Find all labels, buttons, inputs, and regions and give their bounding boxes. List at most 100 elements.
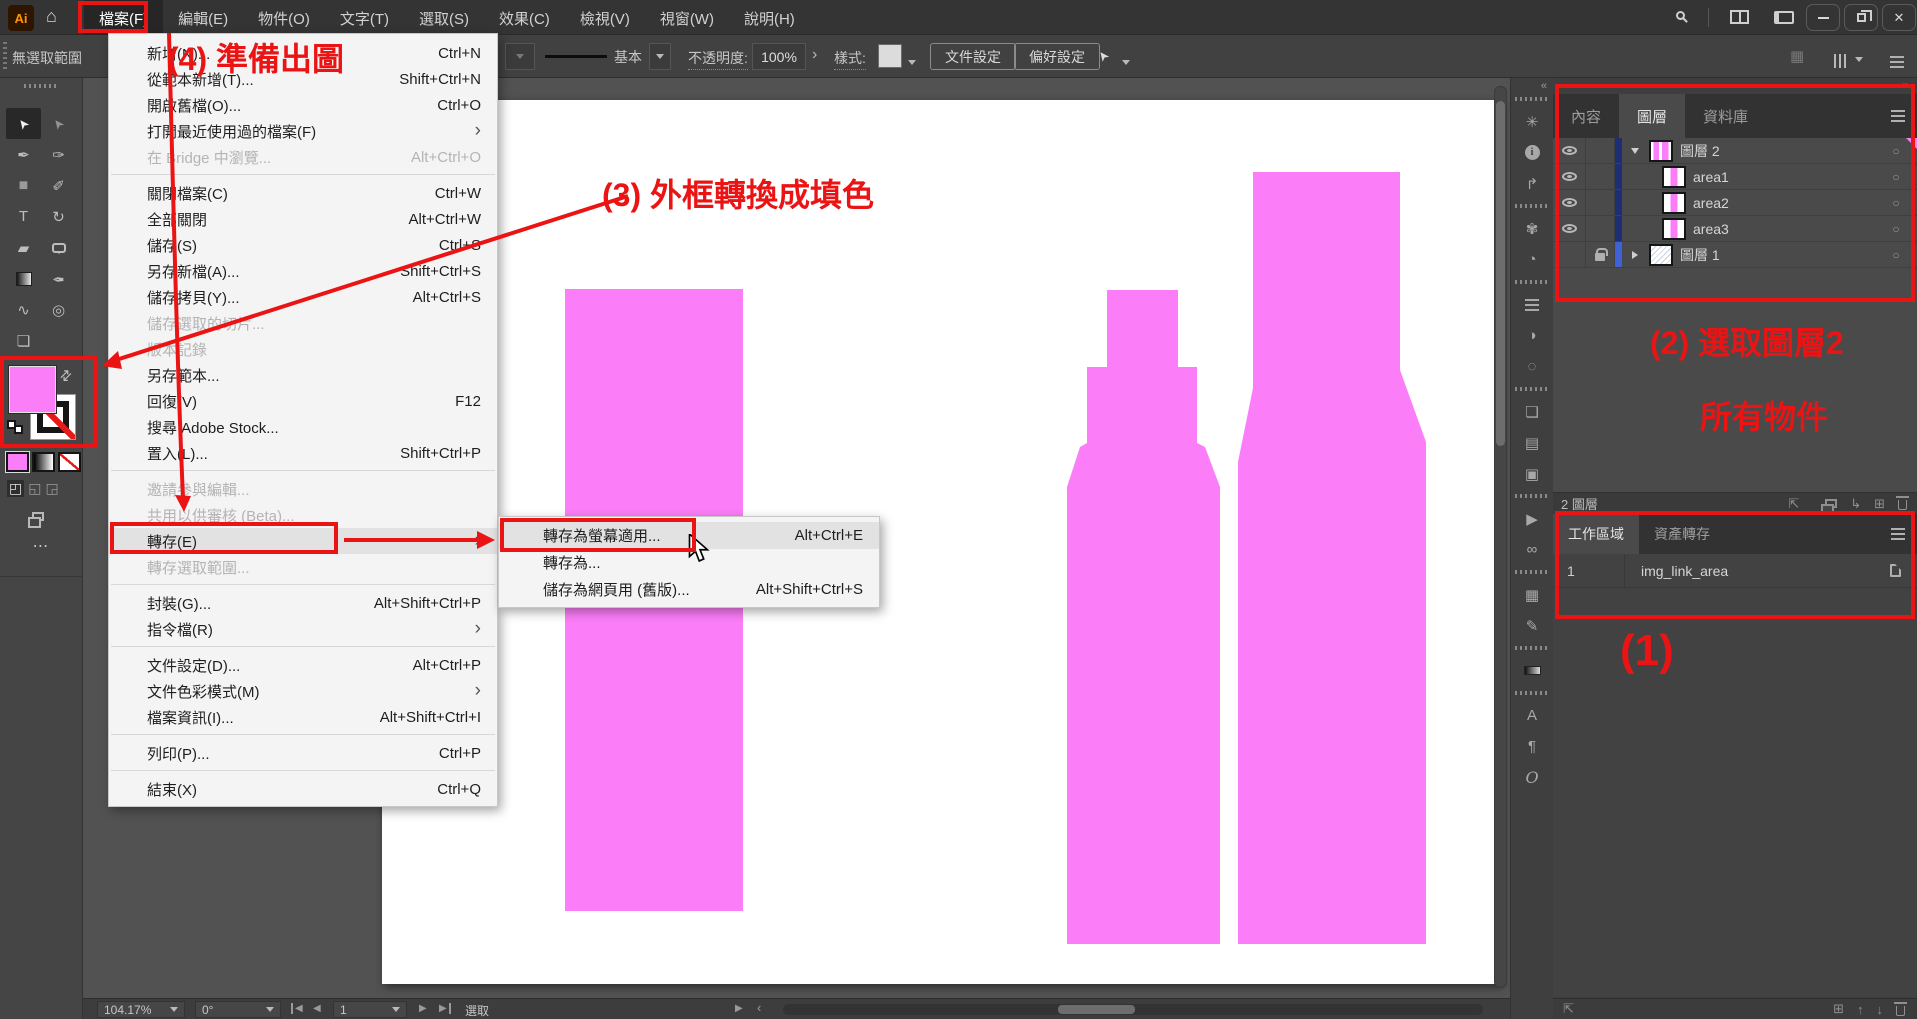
style-label[interactable]: 樣式: (834, 48, 866, 70)
curvature-tool[interactable]: ✑ (41, 139, 76, 170)
arrange-documents-icon[interactable] (1833, 49, 1863, 67)
menubar-item-type[interactable]: 文字(T) (325, 0, 404, 35)
expand-panels-icon[interactable]: « (1541, 80, 1547, 92)
swatches-panel-button[interactable]: ▦ (1511, 579, 1553, 610)
actions-panel-button[interactable]: ▶ (1511, 503, 1553, 534)
layer-thumbnail[interactable] (1662, 166, 1686, 188)
zoom-level-field[interactable]: 104.17% (97, 1001, 185, 1018)
target-circle-icon[interactable]: ○ (1875, 196, 1917, 210)
expander-right-icon[interactable] (1628, 251, 1642, 259)
color-panel-button[interactable]: ✾ (1511, 213, 1553, 244)
collapse-icon[interactable]: ‹ (757, 1000, 761, 1015)
opacity-field[interactable]: 100% (752, 43, 806, 70)
layer-thumbnail[interactable] (1649, 244, 1673, 266)
draw-inside-icon[interactable]: ◲ (45, 480, 58, 497)
artboard-name[interactable]: img_link_area (1625, 563, 1890, 579)
style-dropdown-icon[interactable] (908, 52, 916, 70)
zoom-tool[interactable] (41, 325, 76, 356)
target-circle-icon[interactable]: ○ (1875, 248, 1917, 262)
menu-item-close[interactable]: 關閉檔案(C)Ctrl+W (109, 180, 497, 206)
layer-name[interactable]: area3 (1693, 221, 1729, 237)
type-tool[interactable]: T (6, 201, 41, 232)
vertical-scrollbar-thumb[interactable] (1496, 101, 1505, 446)
layer-name[interactable]: 圖層 1 (1680, 245, 1720, 265)
artboard-number-field[interactable]: 1 (333, 1001, 407, 1018)
menu-item-document-color-mode[interactable]: 文件色彩模式(M)› (109, 678, 497, 704)
menu-item-save-for-web-legacy[interactable]: 儲存為網頁用 (舊版)...Alt+Shift+Ctrl+S (499, 576, 879, 603)
menubar-item-window[interactable]: 視窗(W) (645, 0, 729, 35)
new-artboard-button[interactable]: ⊞ (1833, 1001, 1844, 1017)
fill-color-well[interactable] (9, 366, 56, 413)
screen-mode-icon[interactable] (32, 512, 44, 521)
properties-panel-button[interactable]: ✳ (1511, 106, 1553, 137)
previous-artboard-icon[interactable]: ◀ (313, 1003, 321, 1014)
tab-properties[interactable]: 內容 (1553, 94, 1619, 138)
layer-name[interactable]: area2 (1693, 195, 1729, 211)
restore-button[interactable] (1844, 4, 1878, 31)
artboard-tool[interactable]: ❏ (6, 325, 41, 356)
pink-bottle-shape-large[interactable] (1238, 172, 1426, 944)
target-circle-icon[interactable]: ○ (1875, 170, 1917, 184)
target-circle-icon[interactable]: ○ (1875, 222, 1917, 236)
layer-thumbnail[interactable] (1662, 192, 1686, 214)
minimize-button[interactable] (1806, 4, 1840, 31)
tab-asset-export[interactable]: 資產轉存 (1639, 514, 1725, 554)
paragraph-panel-button[interactable]: ¶ (1511, 731, 1553, 762)
menu-item-package[interactable]: 封裝(G)...Alt+Shift+Ctrl+P (109, 590, 497, 616)
swap-fill-stroke-icon[interactable]: ⇄ (56, 365, 76, 385)
layer-row[interactable]: 圖層 2○ (1553, 138, 1917, 164)
menubar-item-select[interactable]: 選取(S) (404, 0, 484, 35)
menu-item-save[interactable]: 儲存(S)Ctrl+S (109, 232, 497, 258)
layer-name[interactable]: area1 (1693, 169, 1729, 185)
menu-item-print[interactable]: 列印(P)...Ctrl+P (109, 740, 497, 766)
gradient-button[interactable] (32, 452, 55, 472)
menu-item-open[interactable]: 開啟舊檔(O)...Ctrl+O (109, 92, 497, 118)
opacity-expander-icon[interactable]: › (812, 46, 817, 64)
menubar-item-view[interactable]: 檢視(V) (565, 0, 645, 35)
move-down-button[interactable]: ↓ (1877, 1002, 1884, 1017)
layer-row[interactable]: 圖層 1 ○ (1553, 242, 1917, 268)
links-panel-button[interactable]: ∞ (1511, 534, 1553, 565)
layer-name[interactable]: 圖層 2 (1680, 141, 1720, 161)
pink-bottle-shape-small[interactable] (1067, 290, 1220, 944)
vertical-scrollbar[interactable] (1494, 86, 1507, 988)
panel-menu-icon[interactable] (1891, 533, 1905, 535)
menu-item-save-a-copy[interactable]: 儲存拷貝(Y)...Alt+Ctrl+S (109, 284, 497, 310)
layer-thumbnail[interactable] (1662, 218, 1686, 240)
menu-item-export[interactable]: 轉存(E)› (109, 528, 497, 554)
menubar-item-file[interactable]: 檔案(F) (84, 0, 163, 35)
stroke-panel-button[interactable] (1511, 289, 1553, 320)
lock-toggle[interactable] (1586, 138, 1615, 163)
eraser-tool[interactable]: ▰ (6, 232, 41, 263)
menu-item-close-all[interactable]: 全部關閉Alt+Ctrl+W (109, 206, 497, 232)
menubar-item-effect[interactable]: 效果(C) (484, 0, 565, 35)
lock-toggle[interactable] (1586, 190, 1615, 215)
eyedropper-tool[interactable]: ✒ (41, 263, 76, 294)
delete-layer-button[interactable] (1898, 497, 1907, 510)
tab-artboards[interactable]: 工作區域 (1553, 514, 1639, 554)
expander-down-icon[interactable] (1628, 148, 1642, 154)
visibility-toggle[interactable] (1553, 190, 1586, 215)
menu-item-save-as[interactable]: 另存新檔(A)...Shift+Ctrl+S (109, 258, 497, 284)
next-artboard-icon[interactable]: ▶ (419, 1003, 427, 1014)
menu-item-revert[interactable]: 回復(V)F12 (109, 388, 497, 414)
transparency-panel-button[interactable]: ◑ (1511, 320, 1553, 351)
opacity-label[interactable]: 不透明度: (688, 48, 748, 70)
workspace-switcher-icon[interactable] (1730, 10, 1749, 24)
comment-tool[interactable] (41, 232, 76, 263)
make-clipping-mask-button[interactable] (1825, 499, 1837, 508)
menubar-item-object[interactable]: 物件(O) (243, 0, 325, 35)
grid-view-icon[interactable]: ▦ (1790, 47, 1804, 65)
last-artboard-icon[interactable]: ▶ (439, 1003, 451, 1014)
info-panel-button[interactable]: i (1511, 137, 1553, 168)
control-bar-grip[interactable] (3, 42, 7, 70)
gradient-swatch-tool[interactable] (6, 263, 41, 294)
delete-artboard-button[interactable] (1896, 1003, 1905, 1016)
horizontal-scrollbar[interactable] (783, 1004, 1483, 1015)
brushes-panel-button[interactable]: ✎ (1511, 610, 1553, 641)
tab-layers[interactable]: 圖層 (1619, 94, 1685, 138)
document-setup-button[interactable]: 文件設定 (930, 43, 1016, 70)
menu-item-save-as-template[interactable]: 另存範本... (109, 362, 497, 388)
lock-toggle[interactable] (1586, 242, 1615, 267)
lock-toggle[interactable] (1586, 216, 1615, 241)
